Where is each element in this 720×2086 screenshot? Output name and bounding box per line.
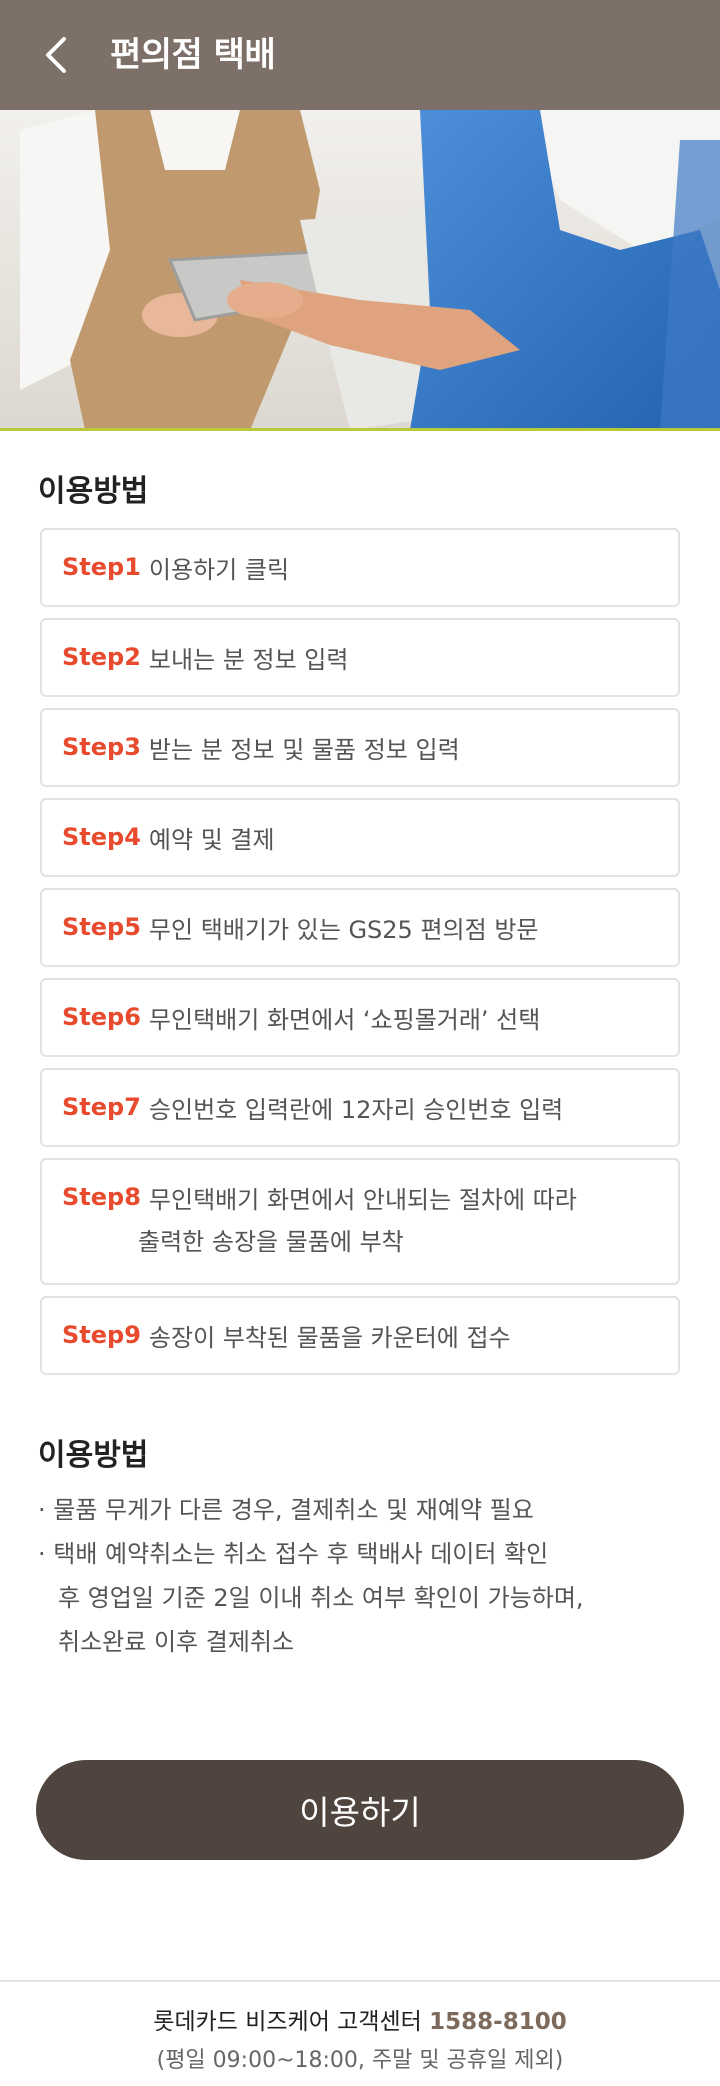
back-button[interactable] bbox=[36, 28, 76, 82]
step-label: Step3 bbox=[62, 733, 141, 761]
step-text: 송장이 부착된 물품을 카운터에 접수 bbox=[148, 1323, 511, 1352]
footer: 롯데카드 비즈케어 고객센터 1588-8100 (평일 09:00~18:00… bbox=[0, 1980, 720, 2086]
step-text: 예약 및 결제 bbox=[148, 825, 275, 854]
step-text: 보내는 분 정보 입력 bbox=[148, 645, 349, 674]
step-item-5: Step5 무인 택배기가 있는 GS25 편의점 방문 bbox=[40, 888, 680, 967]
step-item-8: Step8 무인택배기 화면에서 안내되는 절차에 따라 출력한 송장을 물품에 … bbox=[40, 1158, 680, 1285]
customer-center-line: 롯데카드 비즈케어 고객센터 1588-8100 bbox=[0, 2002, 720, 2036]
app-header: 편의점 택배 bbox=[0, 0, 720, 110]
step-text: 받는 분 정보 및 물품 정보 입력 bbox=[148, 735, 460, 764]
page-title: 편의점 택배 bbox=[110, 35, 276, 75]
note-item-continued: 취소완료 이후 결제취소 bbox=[58, 1628, 295, 1656]
step-label: Step2 bbox=[62, 643, 141, 671]
chevron-left-icon bbox=[46, 37, 66, 73]
step-item-3: Step3 받는 분 정보 및 물품 정보 입력 bbox=[40, 708, 680, 787]
step-item-6: Step6 무인택배기 화면에서 ‘쇼핑몰거래’ 선택 bbox=[40, 978, 680, 1057]
step-text-continued: 출력한 송장을 물품에 부착 bbox=[138, 1228, 404, 1256]
step-label: Step5 bbox=[62, 913, 141, 941]
step-text: 이용하기 클릭 bbox=[148, 555, 290, 584]
step-label: Step8 bbox=[62, 1183, 141, 1211]
usage-title: 이용방법 bbox=[38, 474, 149, 509]
hero-image bbox=[0, 110, 720, 430]
step-text: 무인택배기 화면에서 ‘쇼핑몰거래’ 선택 bbox=[148, 1005, 541, 1034]
customer-center-hours: (평일 09:00~18:00, 주말 및 공휴일 제외) bbox=[156, 2048, 564, 2073]
use-button[interactable]: 이용하기 bbox=[36, 1760, 684, 1860]
note-item-continued: 후 영업일 기준 2일 이내 취소 여부 확인이 가능하며, bbox=[58, 1584, 584, 1612]
step-label: Step1 bbox=[62, 553, 141, 581]
notes-list: · 물품 무게가 다른 경우, 결제취소 및 재예약 필요 · 택배 예약취소는… bbox=[38, 1488, 584, 1664]
step-item-2: Step2 보내는 분 정보 입력 bbox=[40, 618, 680, 697]
step-text: 무인 택배기가 있는 GS25 편의점 방문 bbox=[148, 915, 539, 944]
customer-center-phone[interactable]: 1588-8100 bbox=[429, 2009, 567, 2035]
step-text: 무인택배기 화면에서 안내되는 절차에 따라 bbox=[148, 1185, 577, 1214]
notes-title: 이용방법 bbox=[38, 1438, 149, 1473]
step-item-1: Step1 이용하기 클릭 bbox=[40, 528, 680, 607]
step-item-7: Step7 승인번호 입력란에 12자리 승인번호 입력 bbox=[40, 1068, 680, 1147]
hero-divider bbox=[0, 428, 720, 431]
note-item: · 물품 무게가 다른 경우, 결제취소 및 재예약 필요 bbox=[38, 1496, 534, 1524]
step-label: Step4 bbox=[62, 823, 141, 851]
step-label: Step7 bbox=[62, 1093, 141, 1121]
step-item-4: Step4 예약 및 결제 bbox=[40, 798, 680, 877]
customer-center-label: 롯데카드 비즈케어 고객센터 bbox=[153, 2009, 422, 2035]
step-label: Step6 bbox=[62, 1003, 141, 1031]
step-text: 승인번호 입력란에 12자리 승인번호 입력 bbox=[148, 1095, 564, 1124]
step-label: Step9 bbox=[62, 1321, 141, 1349]
note-item: · 택배 예약취소는 취소 접수 후 택배사 데이터 확인 bbox=[38, 1540, 549, 1568]
step-item-9: Step9 송장이 부착된 물품을 카운터에 접수 bbox=[40, 1296, 680, 1375]
